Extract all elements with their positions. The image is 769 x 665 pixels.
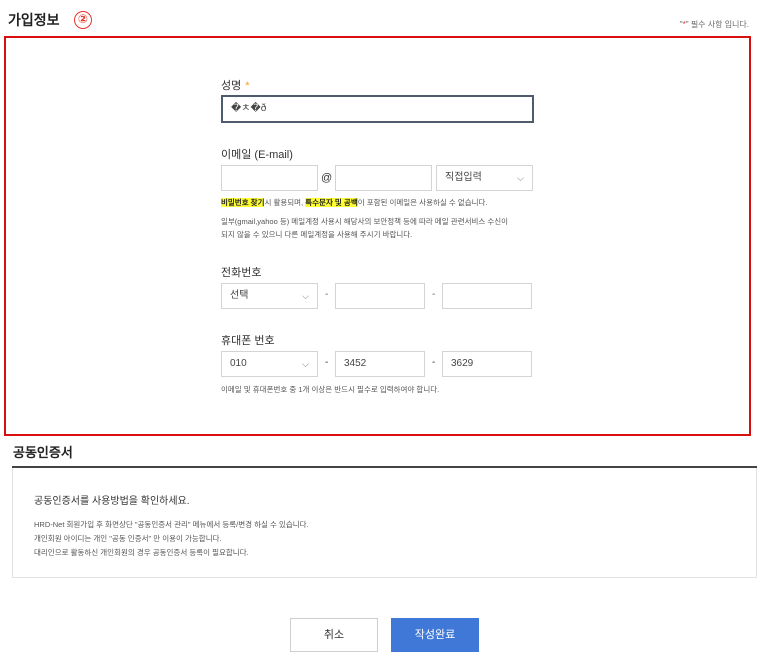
email-note-end: 이 포함된 이메일은 사용하실 수 없습니다.: [357, 198, 488, 207]
phone-dash-2: -: [432, 289, 436, 300]
phone-area-select[interactable]: 선택 ⌵: [221, 283, 318, 309]
mobile-prefix-select-value: 010: [230, 358, 247, 369]
email-label: 이메일 (E-mail): [221, 149, 293, 161]
phone-last-input[interactable]: [442, 283, 532, 309]
email-note-highlight-2: 특수문자 및 공백: [305, 198, 358, 207]
step-badge: ②: [74, 11, 92, 29]
certificate-title: 공동인증서: [13, 445, 73, 460]
mobile-prefix-select[interactable]: 010 ⌵: [221, 351, 318, 377]
name-required-star: *: [245, 80, 250, 92]
certificate-line-3: 대리인으로 활동하신 개인회원의 경우 공동인증서 등록이 필요합니다.: [34, 548, 249, 557]
email-note-highlight-1: 비밀번호 찾기: [221, 198, 265, 207]
email-note-2: 일부(gmail,yahoo 등) 메일계정 사용시 해당사의 보안정책 등에 …: [221, 215, 508, 241]
email-domain-select[interactable]: 직접입력 ⌵: [436, 165, 533, 191]
section-title: 가입정보: [8, 12, 60, 28]
name-label: 성명 *: [221, 77, 250, 93]
mobile-dash-1: -: [325, 357, 329, 368]
mobile-dash-2: -: [432, 357, 436, 368]
phone-middle-input[interactable]: [335, 283, 425, 309]
email-at-sign: @: [321, 172, 333, 184]
cancel-button[interactable]: 취소: [290, 618, 378, 652]
chevron-down-icon: ⌵: [302, 359, 309, 369]
email-note-2-line-2: 되지 않을 수 있으니 다른 메일계정을 사용해 주시기 바랍니다.: [221, 230, 413, 239]
required-note: "*" 필수 사항 입니다.: [680, 19, 749, 30]
email-note-mid: 시 활용되며,: [264, 198, 306, 207]
certificate-heading: 공동인증서를 사용방법을 확인하세요.: [34, 496, 190, 507]
phone-label: 전화번호: [221, 267, 262, 279]
email-note-2-line-1: 일부(gmail,yahoo 등) 메일계정 사용시 해당사의 보안정책 등에 …: [221, 217, 509, 226]
email-local-input[interactable]: [221, 165, 318, 191]
mobile-label: 휴대폰 번호: [221, 335, 275, 347]
certificate-box: 공동인증서를 사용방법을 확인하세요. HRD-Net 회원가입 후 화면상단 …: [12, 468, 757, 578]
name-label-text: 성명: [221, 80, 242, 92]
certificate-line-1: HRD-Net 회원가입 후 화면상단 "공동인증서 관리" 메뉴에서 등록/변…: [34, 520, 309, 529]
email-note-1: 비밀번호 찾기시 활용되며, 특수문자 및 공백이 포함된 이메일은 사용하실 …: [221, 196, 488, 209]
name-input[interactable]: �ㅊ�ð: [221, 95, 534, 123]
chevron-down-icon: ⌵: [302, 291, 309, 301]
mobile-middle-input[interactable]: 3452: [335, 351, 425, 377]
chevron-down-icon: ⌵: [517, 173, 524, 183]
mobile-last-input[interactable]: 3629: [442, 351, 532, 377]
submit-button[interactable]: 작성완료: [391, 618, 479, 652]
phone-area-select-value: 선택: [230, 290, 249, 301]
mobile-note: 이메일 및 휴대폰번호 중 1개 이상은 반드시 필수로 입력하여야 합니다.: [221, 385, 440, 394]
certificate-line-2: 개인회원 아이디는 개인 "공동 인증서" 만 이용이 가능합니다.: [34, 534, 222, 543]
phone-dash-1: -: [325, 289, 329, 300]
required-note-text: " 필수 사항 입니다.: [685, 20, 749, 29]
email-domain-select-value: 직접입력: [445, 172, 482, 183]
email-domain-input[interactable]: [335, 165, 432, 191]
